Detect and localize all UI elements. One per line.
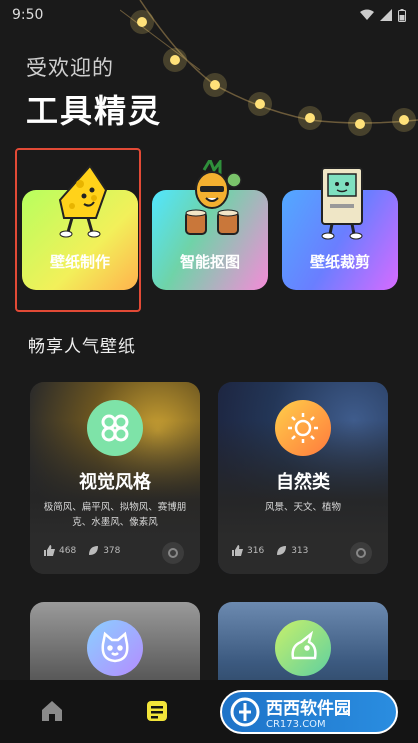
wallpaper-category-card[interactable]: 自然类 风景、天文、植物 316 313 — [218, 382, 388, 574]
header-subtitle: 受欢迎的 — [26, 56, 114, 80]
nav-home[interactable] — [37, 696, 67, 726]
leaf-icon — [277, 546, 287, 555]
category-description: 极简风、扁平风、拟物风、赛博朋克、水墨风、像素风 — [43, 502, 187, 528]
category-stats: 316 313 — [232, 545, 308, 556]
clover-icon — [87, 400, 143, 456]
sun-icon — [275, 400, 331, 456]
tool-label: 壁纸裁剪 — [309, 253, 370, 271]
category-description: 风景、天文、植物 — [264, 502, 341, 513]
category-name: 视觉风格 — [79, 472, 151, 493]
watermark-subtext: CR173.COM — [266, 719, 326, 730]
tool-label: 智能抠图 — [179, 253, 240, 271]
page-title: 工具精灵 — [26, 92, 163, 130]
leaf-icon — [89, 546, 99, 555]
settings-icon[interactable] — [162, 542, 184, 564]
section-title: 畅享人气壁纸 — [28, 337, 136, 357]
cat-face-icon — [87, 620, 143, 676]
category-stats: 468 378 — [44, 545, 120, 556]
wallpaper-category-card[interactable]: 视觉风格 极简风、扁平风、拟物风、赛博朋克、水墨风、像素风 468 378 — [30, 382, 200, 574]
string-lights-decoration — [120, 0, 418, 136]
watermark-logo-icon — [230, 697, 260, 727]
thumb-up-icon — [232, 545, 243, 556]
unicorn-icon — [275, 620, 331, 676]
home-icon — [42, 701, 62, 721]
tool-card-wallpaper-crop[interactable]: 壁纸裁剪 — [282, 160, 398, 290]
likes-count: 316 — [247, 545, 265, 556]
watermark-text: 西西软件园 — [266, 699, 351, 719]
thumb-up-icon — [44, 545, 55, 556]
tool-card-smart-cutout[interactable]: 智能抠图 — [152, 160, 268, 290]
selection-highlight — [15, 148, 141, 312]
category-name: 自然类 — [276, 472, 330, 493]
wallpaper-list-icon — [147, 701, 167, 721]
status-time: 9:50 — [12, 7, 44, 23]
pineapple-drummer-icon — [185, 160, 242, 235]
nav-wallpaper[interactable] — [142, 696, 172, 726]
favorites-count: 313 — [291, 545, 309, 556]
site-watermark: 西西软件园 CR173.COM — [220, 690, 398, 734]
favorites-count: 378 — [103, 545, 121, 556]
settings-icon[interactable] — [350, 542, 372, 564]
likes-count: 468 — [59, 545, 77, 556]
computer-mascot-icon — [321, 167, 363, 240]
